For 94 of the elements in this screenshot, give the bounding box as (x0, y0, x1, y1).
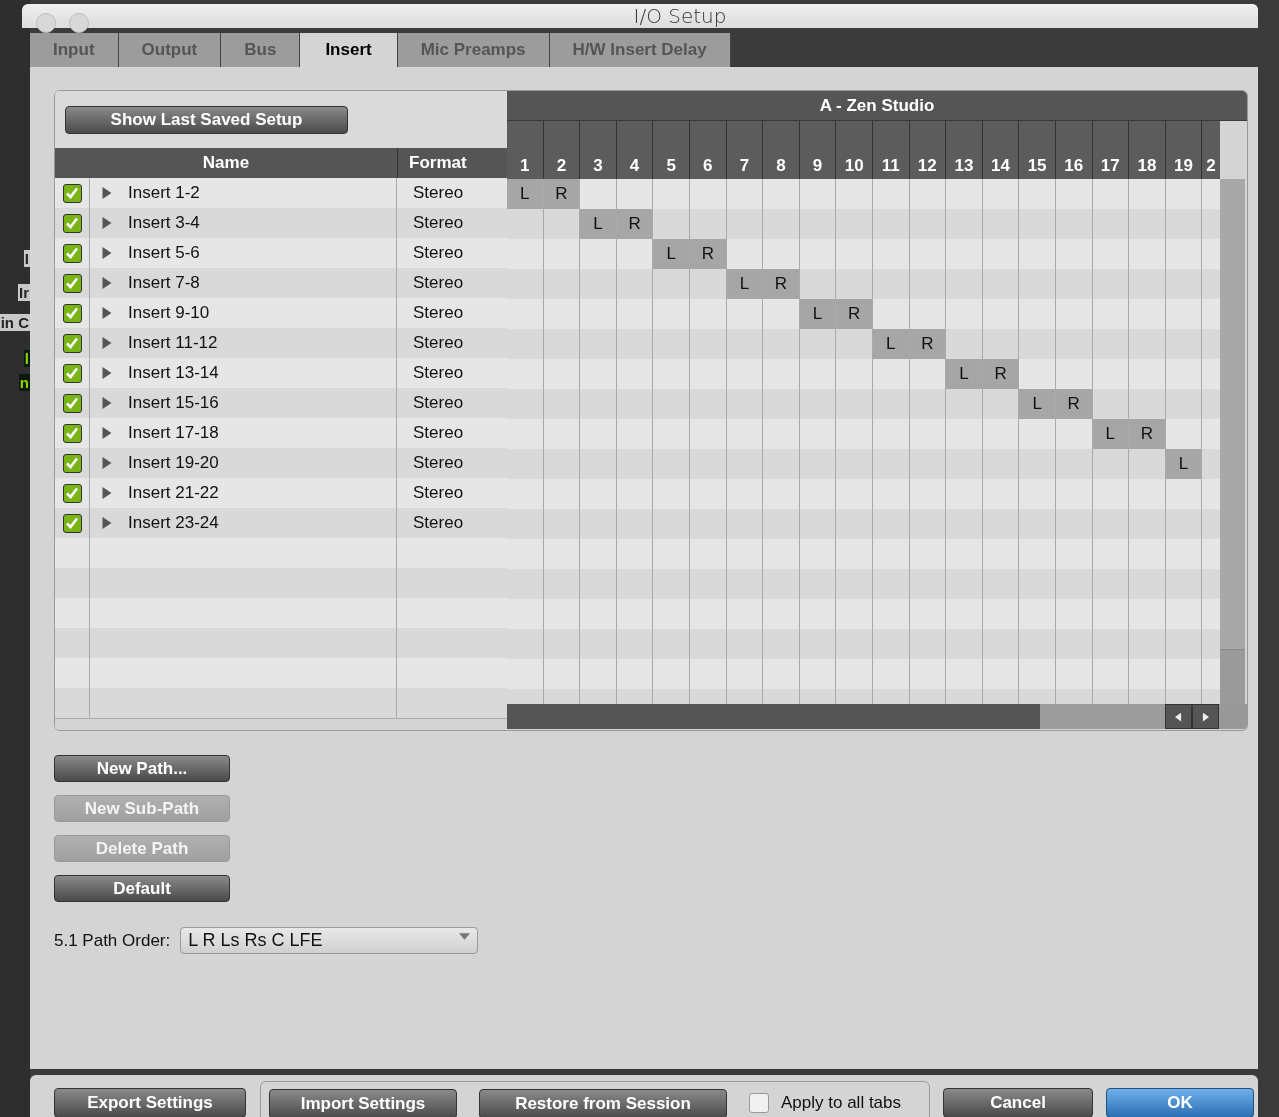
assignment-cell[interactable]: R (689, 239, 727, 269)
window-title: I/O Setup (633, 4, 727, 28)
assignment-cell[interactable]: R (763, 269, 800, 299)
format-cell: Stereo (413, 423, 464, 443)
collapsed-triangle-icon[interactable] (101, 307, 112, 319)
import-settings-button[interactable]: Import Settings (269, 1089, 457, 1117)
assignment-cell[interactable]: R (1055, 389, 1093, 419)
assignment-cell[interactable]: L (1165, 449, 1203, 479)
collapsed-triangle-icon[interactable] (101, 397, 112, 409)
path-name: Insert 3-4 (128, 213, 200, 233)
background-app-text: l (23, 350, 30, 367)
assignment-cell[interactable]: L (946, 359, 983, 389)
collapsed-triangle-icon[interactable] (101, 367, 112, 379)
checkbox[interactable] (62, 423, 82, 443)
format-cell: Stereo (413, 213, 464, 233)
format-cell: Stereo (413, 243, 464, 263)
checkbox[interactable] (62, 393, 82, 413)
collapsed-triangle-icon[interactable] (101, 277, 112, 289)
window-close-button[interactable] (36, 13, 56, 33)
path-button[interactable]: New Path... (54, 755, 230, 782)
collapsed-triangle-icon[interactable] (101, 337, 112, 349)
format-cell: Stereo (413, 273, 464, 293)
checkbox[interactable] (62, 453, 82, 473)
apply-to-all-tabs-label: Apply to all tabs (781, 1093, 902, 1113)
assignment-cell[interactable]: L (726, 269, 764, 299)
path-name: Insert 17-18 (128, 423, 219, 443)
checkbox[interactable] (62, 363, 82, 383)
collapsed-triangle-icon[interactable] (101, 247, 112, 259)
assignment-cell[interactable]: L (580, 209, 617, 239)
path-name: Insert 23-24 (128, 513, 219, 533)
format-cell: Stereo (413, 453, 464, 473)
vertical-scrollbar[interactable] (1220, 179, 1245, 704)
tab[interactable]: Insert (300, 33, 398, 67)
checkbox[interactable] (62, 333, 82, 353)
background-app-text: Ir (18, 284, 30, 301)
path-name: Insert 21-22 (128, 483, 219, 503)
background-app-text: in C (0, 314, 30, 331)
show-last-saved-setup-button[interactable]: Show Last Saved Setup (65, 105, 348, 134)
collapsed-triangle-icon[interactable] (101, 487, 112, 499)
assignment-cell[interactable]: R (543, 179, 581, 209)
assignment-cell[interactable]: L (507, 179, 544, 209)
window-minimize-button[interactable] (69, 13, 89, 33)
horizontal-scrollbar[interactable] (507, 704, 1165, 729)
format-cell: Stereo (413, 513, 464, 533)
path-name: Insert 15-16 (128, 393, 219, 413)
column-header: Format (408, 153, 467, 173)
path-button[interactable]: Default (54, 875, 230, 902)
checkbox[interactable] (62, 483, 82, 503)
format-cell: Stereo (413, 333, 464, 353)
format-cell: Stereo (413, 183, 464, 203)
format-cell: Stereo (413, 303, 464, 323)
assignment-cell[interactable]: R (616, 209, 654, 239)
assignment-cell[interactable]: L (653, 239, 690, 269)
collapsed-triangle-icon[interactable] (101, 427, 112, 439)
checkbox[interactable] (749, 1093, 769, 1113)
checkbox[interactable] (62, 213, 82, 233)
background-app-text: n (18, 374, 30, 391)
assignment-cell[interactable]: R (982, 359, 1020, 389)
checkbox[interactable] (62, 273, 82, 293)
caret-icon (459, 933, 471, 940)
assignment-cell[interactable]: L (1019, 389, 1056, 419)
device-header: A - Zen Studio (507, 91, 1247, 121)
format-cell: Stereo (413, 483, 464, 503)
checkbox[interactable] (62, 513, 82, 533)
assignment-cell[interactable]: L (799, 299, 837, 329)
assignment-cell[interactable]: R (909, 329, 947, 359)
assignment-cell[interactable]: R (1129, 419, 1166, 449)
collapsed-triangle-icon[interactable] (101, 217, 112, 229)
path-name: Insert 13-14 (128, 363, 219, 383)
scroll-right-icon[interactable] (1192, 704, 1219, 729)
path-name: Insert 1-2 (128, 183, 200, 203)
checkbox[interactable] (62, 183, 82, 203)
path-name: Insert 5-6 (128, 243, 200, 263)
path-name: Insert 19-20 (128, 453, 219, 473)
collapsed-triangle-icon[interactable] (101, 517, 112, 529)
scroll-left-icon[interactable] (1165, 704, 1192, 729)
path-order-label: 5.1 Path Order: (54, 930, 171, 951)
path-name: Insert 9-10 (128, 303, 210, 323)
assignment-cell[interactable]: R (836, 299, 873, 329)
collapsed-triangle-icon[interactable] (101, 187, 112, 199)
path-order-dropdown[interactable]: L R Ls Rs C LFE (180, 927, 479, 954)
format-cell: Stereo (413, 363, 464, 383)
assignment-cell[interactable]: L (872, 329, 910, 359)
background-app-text: I (23, 250, 30, 267)
restore-from-session-button[interactable]: Restore from Session (479, 1089, 727, 1117)
checkbox[interactable] (62, 243, 82, 263)
format-cell: Stereo (413, 393, 464, 413)
checkbox[interactable] (62, 303, 82, 323)
path-name: Insert 11-12 (128, 333, 218, 353)
export-settings-button[interactable]: Export Settings (54, 1088, 246, 1117)
assignment-cell[interactable]: L (1092, 419, 1130, 449)
path-name: Insert 7-8 (128, 273, 200, 293)
collapsed-triangle-icon[interactable] (101, 457, 112, 469)
cancel-button[interactable]: Cancel (943, 1088, 1093, 1117)
